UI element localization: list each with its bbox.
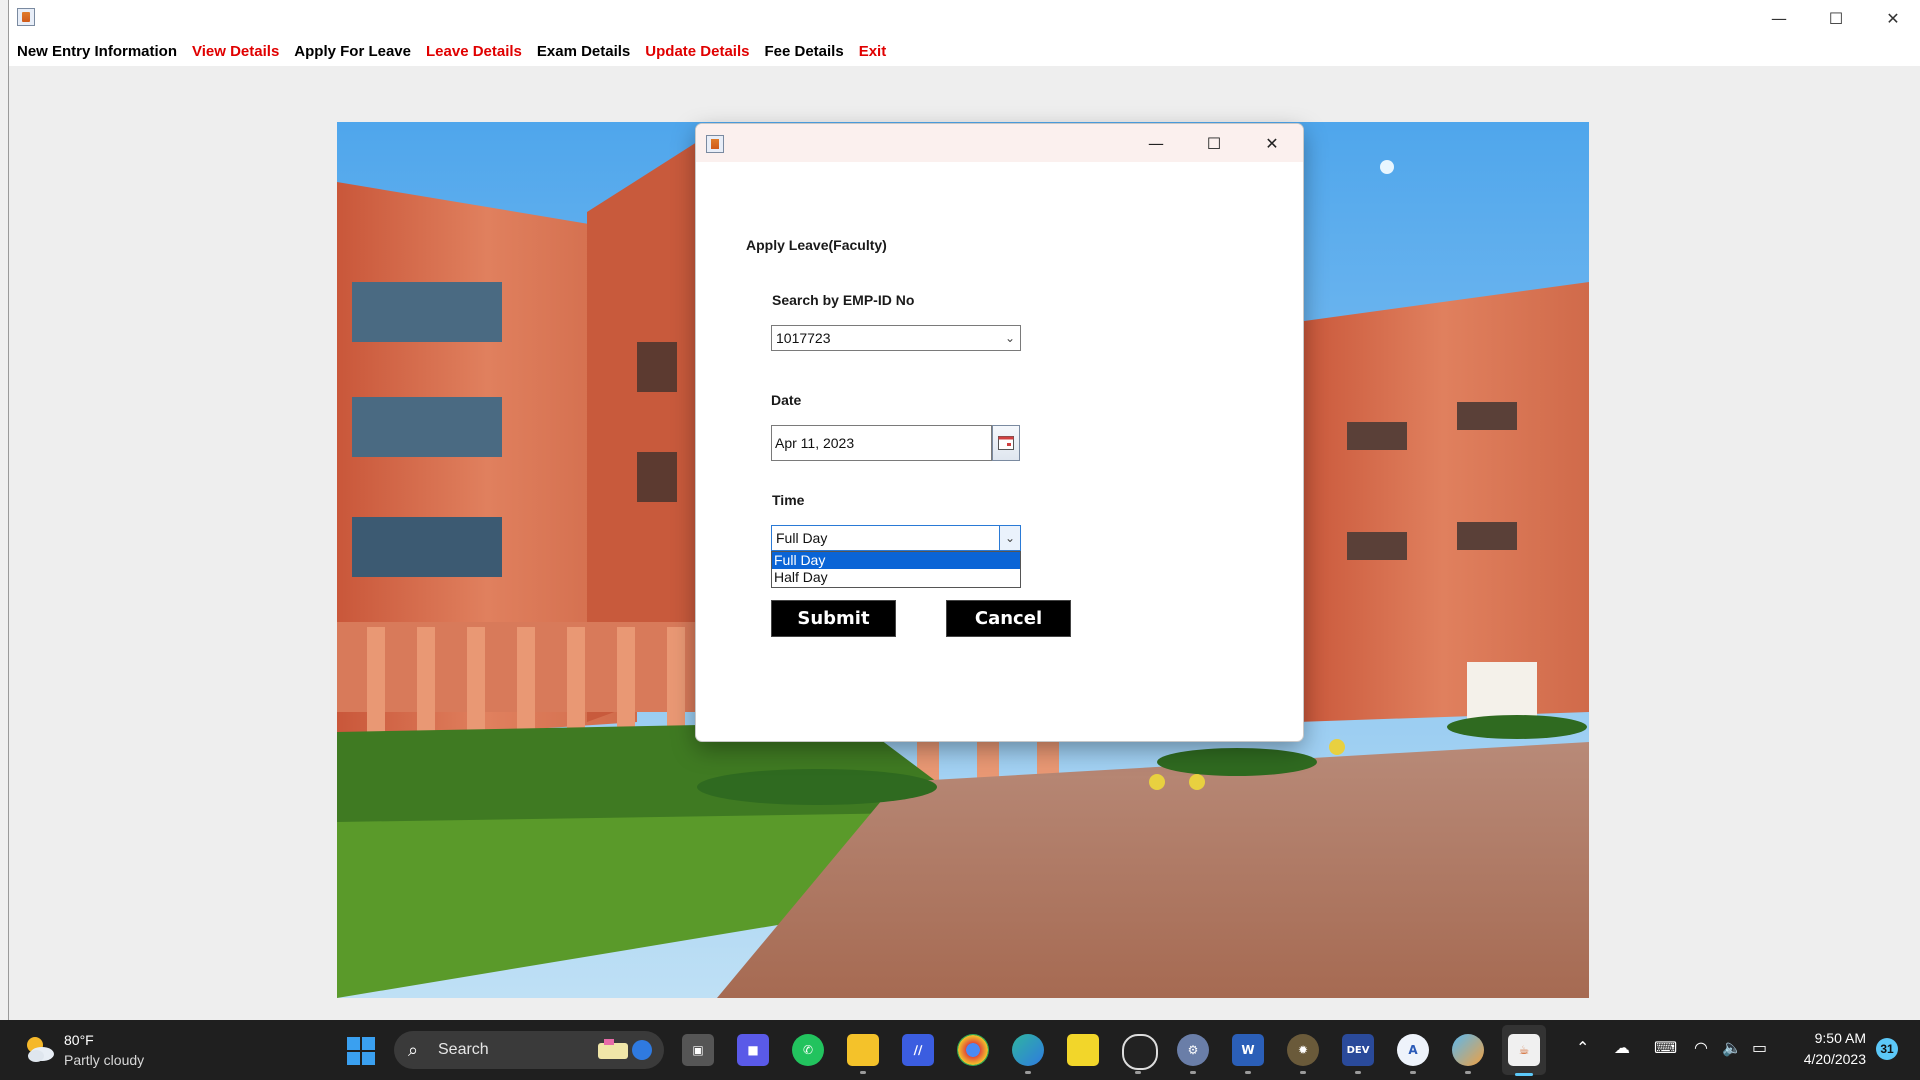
taskbar: 80°F Partly cloudy ⌕ Search ▣ ■ ✆ ∕∕ ⚙ W… bbox=[0, 1020, 1920, 1080]
menu-new-entry-information[interactable]: New Entry Information bbox=[17, 43, 177, 60]
running-indicator bbox=[1355, 1071, 1361, 1074]
menu-update-details[interactable]: Update Details bbox=[645, 43, 749, 60]
start-tile bbox=[362, 1037, 375, 1050]
search-label: Search bbox=[438, 1041, 489, 1058]
weather-description[interactable]: Partly cloudy bbox=[64, 1052, 144, 1068]
running-indicator bbox=[1190, 1071, 1196, 1074]
start-tile bbox=[347, 1052, 360, 1065]
time-option-full-day[interactable]: Full Day bbox=[772, 552, 1020, 569]
dialog-titlebar: — ☐ ✕ bbox=[696, 124, 1303, 162]
search-icon: ⌕ bbox=[408, 1040, 419, 1060]
chevron-down-icon[interactable]: ⌄ bbox=[1000, 326, 1020, 350]
calendar-button[interactable] bbox=[992, 425, 1020, 461]
file-explorer-icon[interactable] bbox=[847, 1034, 879, 1066]
zoom-meeting-icon[interactable]: ■ bbox=[737, 1034, 769, 1066]
word-icon[interactable]: W bbox=[1232, 1034, 1264, 1066]
volume-icon[interactable]: 🔈 bbox=[1722, 1038, 1742, 1057]
menu-apply-for-leave[interactable]: Apply For Leave bbox=[294, 43, 411, 60]
settings-icon[interactable]: ⚙ bbox=[1177, 1034, 1209, 1066]
whatsapp-icon[interactable]: ✆ bbox=[792, 1034, 824, 1066]
gear-tool-icon[interactable]: ✹ bbox=[1287, 1034, 1319, 1066]
date-label: Date bbox=[771, 392, 802, 408]
taskbar-search-box[interactable]: ⌕ Search bbox=[394, 1031, 664, 1069]
task-view-icon[interactable]: ▣ bbox=[682, 1034, 714, 1066]
partly-cloudy-icon[interactable] bbox=[22, 1032, 56, 1066]
keyboard-icon[interactable]: ⌨ bbox=[1654, 1038, 1677, 1057]
chevron-down-icon[interactable]: ⌄ bbox=[999, 526, 1020, 550]
clock-date[interactable]: 4/20/2023 bbox=[1774, 1051, 1866, 1067]
running-indicator bbox=[1135, 1071, 1141, 1074]
emp-id-combobox[interactable]: 1017723 ⌄ bbox=[771, 325, 1021, 351]
close-icon[interactable]: ✕ bbox=[1864, 0, 1920, 36]
search-highlight-art-icon bbox=[598, 1039, 652, 1060]
time-option-half-day[interactable]: Half Day bbox=[772, 569, 1020, 586]
weather-temperature[interactable]: 80°F bbox=[64, 1032, 94, 1048]
time-dropdown-list: Full Day Half Day bbox=[771, 551, 1021, 588]
running-indicator bbox=[1300, 1071, 1306, 1074]
time-combobox[interactable]: Full Day ⌄ bbox=[771, 525, 1021, 551]
writer-icon[interactable]: A bbox=[1397, 1034, 1429, 1066]
battery-icon[interactable]: ▭ bbox=[1752, 1038, 1767, 1057]
java-app-icon[interactable]: ☕ bbox=[1508, 1034, 1540, 1066]
dev-cpp-icon[interactable]: DEV bbox=[1342, 1034, 1374, 1066]
clock-time[interactable]: 9:50 AM bbox=[1774, 1030, 1866, 1046]
menu-exit[interactable]: Exit bbox=[859, 43, 887, 60]
cancel-button[interactable]: Cancel bbox=[946, 600, 1071, 637]
paint-icon[interactable] bbox=[1452, 1034, 1484, 1066]
emp-id-value: 1017723 bbox=[776, 330, 831, 346]
minimize-icon[interactable]: — bbox=[1750, 0, 1808, 36]
notification-badge[interactable]: 31 bbox=[1876, 1038, 1898, 1060]
time-value: Full Day bbox=[776, 530, 828, 546]
maximize-icon[interactable]: ☐ bbox=[1807, 0, 1865, 36]
maximize-icon[interactable]: ☐ bbox=[1185, 124, 1243, 162]
close-icon[interactable]: ✕ bbox=[1243, 124, 1301, 162]
main-titlebar: — ☐ ✕ bbox=[9, 0, 1920, 36]
windows-start-icon[interactable] bbox=[347, 1037, 375, 1065]
running-indicator bbox=[1410, 1071, 1416, 1074]
menu-leave-details[interactable]: Leave Details bbox=[426, 43, 522, 60]
menubar: New Entry Information View Details Apply… bbox=[9, 36, 1920, 66]
vscode-icon[interactable]: ∕∕ bbox=[902, 1034, 934, 1066]
time-label: Time bbox=[772, 492, 805, 508]
edge-icon[interactable] bbox=[1012, 1034, 1044, 1066]
java-app-icon bbox=[17, 8, 35, 26]
onedrive-cloud-icon[interactable]: ☁ bbox=[1614, 1038, 1630, 1057]
obs-icon[interactable] bbox=[1122, 1034, 1158, 1070]
date-value: Apr 11, 2023 bbox=[775, 435, 855, 451]
dialog-heading: Apply Leave(Faculty) bbox=[746, 237, 887, 253]
chrome-icon[interactable] bbox=[957, 1034, 989, 1066]
submit-button[interactable]: Submit bbox=[771, 600, 896, 637]
menu-exam-details[interactable]: Exam Details bbox=[537, 43, 630, 60]
apply-leave-dialog: — ☐ ✕ Apply Leave(Faculty) Search by EMP… bbox=[696, 124, 1303, 741]
running-indicator bbox=[860, 1071, 866, 1074]
active-indicator bbox=[1515, 1073, 1533, 1076]
sticky-notes-icon[interactable] bbox=[1067, 1034, 1099, 1066]
wifi-icon[interactable]: ◠ bbox=[1694, 1038, 1708, 1057]
menu-view-details[interactable]: View Details bbox=[192, 43, 279, 60]
chevron-up-icon[interactable]: ⌃ bbox=[1576, 1038, 1589, 1057]
running-indicator bbox=[1245, 1071, 1251, 1074]
start-tile bbox=[347, 1037, 360, 1050]
running-indicator bbox=[1465, 1071, 1471, 1074]
start-tile bbox=[362, 1052, 375, 1065]
running-indicator bbox=[1025, 1071, 1031, 1074]
emp-id-label: Search by EMP-ID No bbox=[772, 292, 915, 308]
minimize-icon[interactable]: — bbox=[1127, 124, 1185, 162]
date-field[interactable]: Apr 11, 2023 bbox=[771, 425, 992, 461]
java-app-icon bbox=[706, 135, 724, 153]
calendar-icon bbox=[998, 436, 1014, 450]
menu-fee-details[interactable]: Fee Details bbox=[764, 43, 843, 60]
